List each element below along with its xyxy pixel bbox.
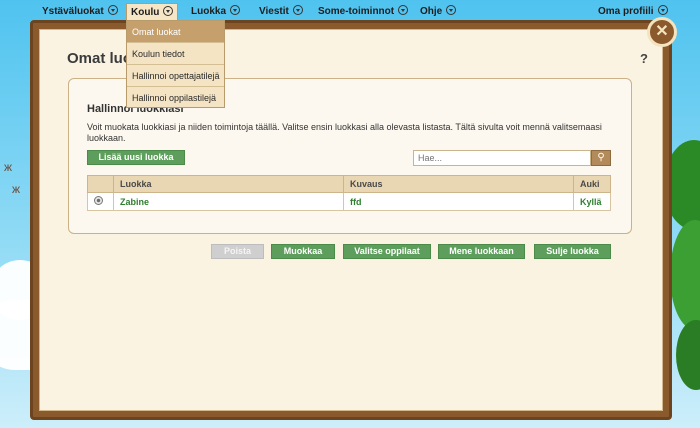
row-select-cell [87, 192, 114, 211]
menu-item-manage-students[interactable]: Hallinnoi oppilastilejä [127, 87, 224, 109]
class-open-cell: Kyllä [573, 192, 611, 211]
nav-messages[interactable]: Viestit [255, 3, 307, 20]
search-box: ⚲ [413, 150, 611, 166]
add-class-button[interactable]: Lisää uusi luokka [87, 150, 185, 165]
delete-button[interactable]: Poista [211, 244, 264, 259]
nav-school[interactable]: Koulu [126, 3, 179, 20]
close-class-button[interactable]: Sulje luokka [534, 244, 611, 259]
menu-item-my-classes[interactable]: Omat luokat [127, 21, 224, 43]
chevron-down-icon [230, 5, 241, 15]
table-header-row: Luokka Kuvaus Auki [87, 175, 611, 193]
butterfly-icon: ж [12, 182, 21, 196]
bush [670, 220, 700, 330]
class-name-cell: Zabine [113, 192, 344, 211]
chevron-down-icon [657, 5, 668, 15]
nav-label: Some-toiminnot [318, 6, 395, 17]
classes-table: Luokka Kuvaus Auki Zabine ffd Kyllä [87, 175, 611, 211]
nav-class[interactable]: Luokka [187, 3, 244, 20]
search-input[interactable] [413, 150, 591, 166]
butterfly-icon: ж [4, 160, 13, 174]
edit-button[interactable]: Muokkaa [271, 244, 335, 259]
chevron-down-icon [398, 5, 409, 15]
chevron-down-icon [163, 6, 174, 16]
nav-label: Koulu [131, 7, 160, 18]
menu-item-manage-teachers[interactable]: Hallinnoi opettajatilejä [127, 65, 224, 87]
go-to-class-button[interactable]: Mene luokkaan [438, 244, 525, 259]
nav-label: Luokka [191, 6, 227, 17]
table-header-description: Kuvaus [343, 175, 574, 193]
table-header-name: Luokka [113, 175, 344, 193]
school-dropdown-menu: Omat luokat Koulun tiedot Hallinnoi opet… [126, 20, 225, 108]
table-row[interactable]: Zabine ffd Kyllä [87, 192, 611, 211]
description-text: Voit muokata luokkiasi ja niiden toimint… [87, 122, 602, 143]
top-navigation: Ystäväluokat Koulu Luokka Viestit Some-t… [0, 0, 700, 22]
chevron-down-icon [107, 5, 118, 15]
search-icon[interactable]: ⚲ [591, 150, 611, 166]
help-icon[interactable]: ? [640, 51, 648, 66]
class-description-cell: ffd [343, 192, 574, 211]
table-header-select [87, 175, 114, 193]
nav-label: Ohje [420, 6, 443, 17]
nav-label: Viestit [259, 6, 289, 17]
menu-item-school-info[interactable]: Koulun tiedot [127, 43, 224, 65]
nav-social[interactable]: Some-toiminnot [314, 3, 412, 20]
table-header-open: Auki [573, 175, 611, 193]
chevron-down-icon [446, 5, 457, 15]
chevron-down-icon [292, 5, 303, 15]
bush [676, 320, 700, 390]
nav-friend-classes[interactable]: Ystäväluokat [38, 3, 122, 20]
nav-label: Oma profiili [598, 6, 654, 17]
nav-label: Ystäväluokat [42, 6, 104, 17]
select-students-button[interactable]: Valitse oppilaat [343, 244, 431, 259]
close-icon[interactable]: ✕ [647, 17, 677, 47]
nav-help[interactable]: Ohje [416, 3, 460, 20]
row-radio-button[interactable] [94, 196, 103, 205]
